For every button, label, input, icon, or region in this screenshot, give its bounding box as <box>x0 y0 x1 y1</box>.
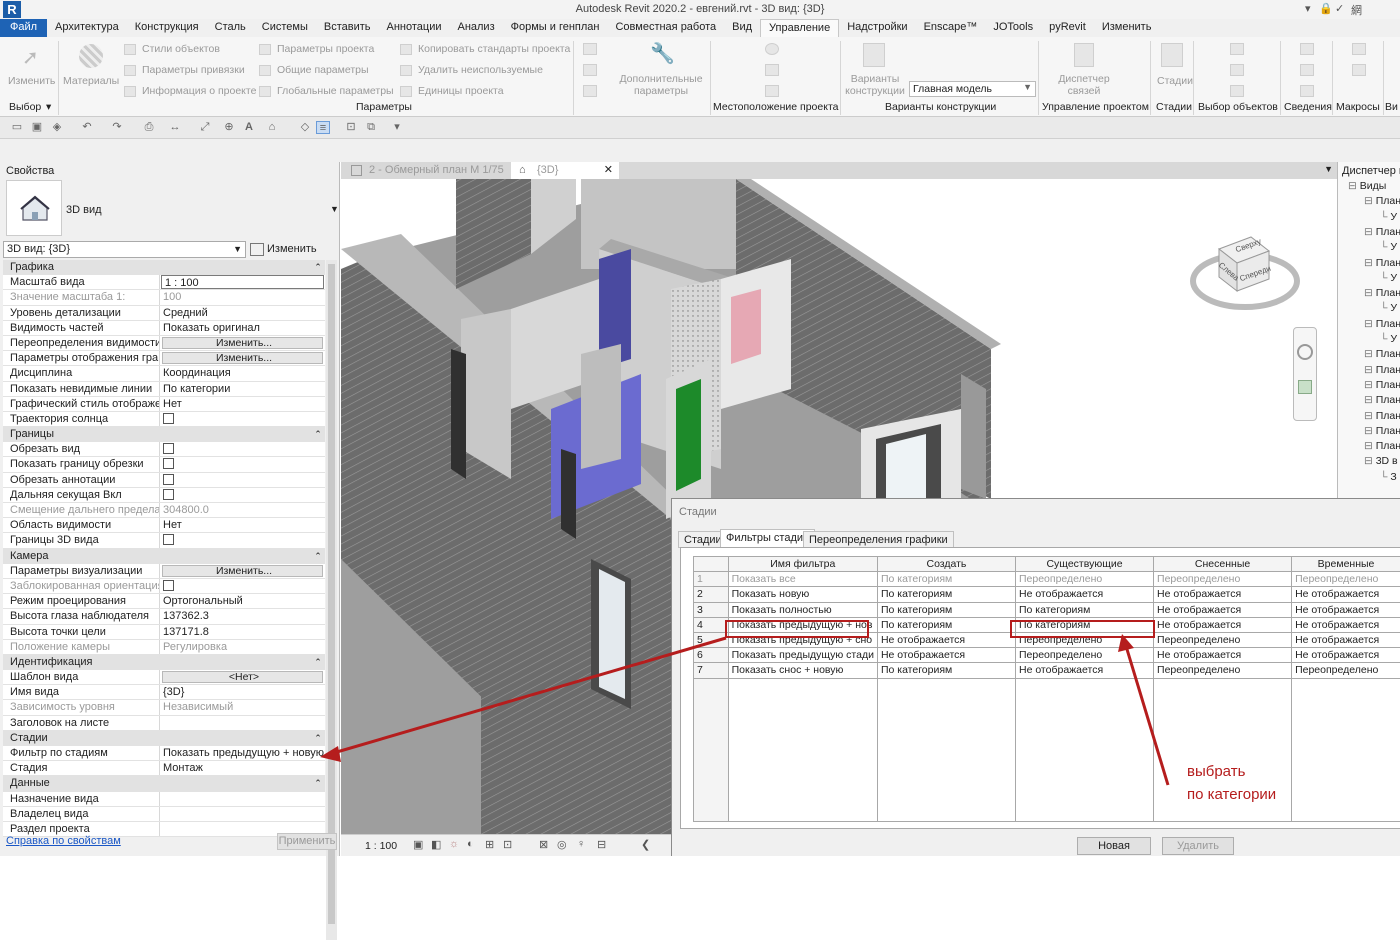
annotation-text: выбрать по категории <box>1187 760 1276 806</box>
annotation-arrows <box>0 0 1400 856</box>
annotation-line-1: выбрать <box>1187 760 1276 783</box>
annotation-line-2: по категории <box>1187 783 1276 806</box>
